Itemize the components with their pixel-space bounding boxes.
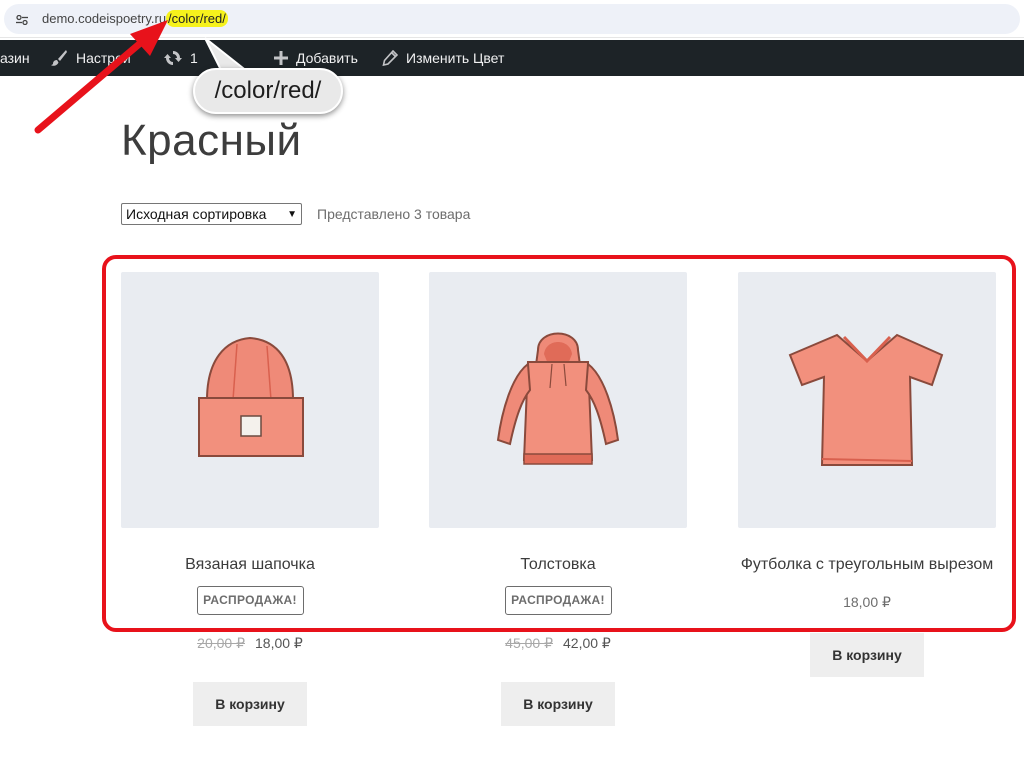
admin-bar-customize-label: Настрой <box>76 50 131 66</box>
product-image-link[interactable] <box>121 272 379 528</box>
product-card: Толстовка РАСПРОДАЖА! 45,00 ₽ 42,00 ₽ В к… <box>429 272 687 726</box>
admin-bar-updates[interactable]: 1 <box>164 40 198 76</box>
product-title[interactable]: Толстовка <box>429 554 687 576</box>
beanie-image <box>198 336 304 457</box>
add-to-cart-button[interactable]: В корзину <box>810 633 924 677</box>
sort-select[interactable]: Исходная сортировка ▼ <box>121 203 302 225</box>
sort-select-value: Исходная сортировка <box>126 206 267 222</box>
updates-icon <box>164 51 182 65</box>
product-card: Вязаная шапочка РАСПРОДАЖА! 20,00 ₽ 18,00… <box>121 272 379 726</box>
url-field[interactable]: demo.codeispoetry.ru/color/red/ <box>4 4 1020 34</box>
admin-bar-customize[interactable]: Настрой <box>50 40 131 76</box>
old-price: 45,00 ₽ <box>505 635 553 651</box>
plus-icon <box>274 51 288 65</box>
callout-bubble: /color/red/ <box>193 68 343 114</box>
result-count: Представлено 3 товара <box>317 206 471 222</box>
browser-address-bar: demo.codeispoetry.ru/color/red/ <box>0 0 1024 38</box>
tune-icon[interactable] <box>16 15 28 25</box>
product-title[interactable]: Футболка с треугольным вырезом <box>738 554 996 576</box>
sale-badge: РАСПРОДАЖА! <box>504 586 612 615</box>
hoodie-image <box>496 332 620 465</box>
admin-bar-edit-term[interactable]: Изменить Цвет <box>382 40 504 76</box>
current-price: 42,00 ₽ <box>563 635 611 651</box>
chevron-down-icon: ▼ <box>287 208 297 220</box>
product-price: 18,00 ₽ <box>738 594 996 611</box>
product-card: Футболка с треугольным вырезом 18,00 ₽ В… <box>738 272 996 677</box>
admin-bar: азин Настрой 1 Добавить Изменить Цвет <box>0 40 1024 76</box>
admin-bar-updates-count: 1 <box>190 50 198 66</box>
page-title: Красный <box>121 116 302 165</box>
old-price: 20,00 ₽ <box>197 635 245 651</box>
product-price: 20,00 ₽ 18,00 ₽ <box>121 635 379 652</box>
admin-bar-new-label: Добавить <box>296 50 358 66</box>
product-title[interactable]: Вязаная шапочка <box>121 554 379 576</box>
current-price: 18,00 ₽ <box>255 635 303 651</box>
product-image-link[interactable] <box>738 272 996 528</box>
brush-icon <box>51 50 67 66</box>
pencil-icon <box>382 50 398 66</box>
current-price: 18,00 ₽ <box>843 594 891 610</box>
sale-badge: РАСПРОДАЖА! <box>196 586 304 615</box>
admin-bar-edit-term-label: Изменить Цвет <box>406 50 505 66</box>
product-price: 45,00 ₽ 42,00 ₽ <box>429 635 687 652</box>
add-to-cart-button[interactable]: В корзину <box>501 682 615 726</box>
product-image-link[interactable] <box>429 272 687 528</box>
admin-bar-shop[interactable]: азин <box>0 40 30 76</box>
tshirt-image <box>788 333 944 466</box>
add-to-cart-button[interactable]: В корзину <box>193 682 307 726</box>
url-path: /color/red/ <box>166 10 228 27</box>
url-host: demo.codeispoetry.ru <box>42 11 167 26</box>
admin-bar-shop-label: азин <box>0 50 30 66</box>
url-text[interactable]: demo.codeispoetry.ru/color/red/ <box>42 10 228 27</box>
